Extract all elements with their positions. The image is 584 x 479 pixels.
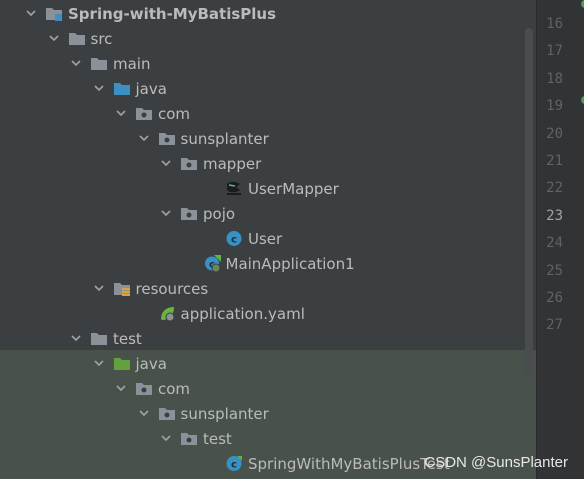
folder-icon [90, 55, 108, 72]
chevron-down-icon[interactable] [159, 156, 173, 170]
module-folder-icon [45, 5, 63, 22]
chevron-down-icon[interactable] [92, 356, 106, 370]
chevron-down-icon[interactable] [69, 331, 83, 345]
spring-config-icon [158, 305, 176, 322]
package-icon [180, 205, 198, 222]
chevron-down-icon[interactable] [137, 406, 151, 420]
chevron-down-icon[interactable] [69, 56, 83, 70]
package-icon [180, 155, 198, 172]
editor-gutter: 16 17 18 19 20 21 22 23 24 25 26 27 [536, 0, 584, 479]
test-class-icon: c [225, 455, 243, 472]
usermapper-file[interactable]: UserMapper [0, 176, 530, 201]
chevron-down-icon[interactable] [92, 81, 106, 95]
mapper-package[interactable]: mapper [0, 151, 530, 176]
com-package[interactable]: com [0, 101, 530, 126]
test-java-folder[interactable]: java [0, 351, 530, 376]
tree-item-label: resources [135, 280, 209, 298]
line-number: 24 [546, 235, 563, 252]
tree-item-label: User [248, 230, 283, 248]
tree-item-label: test [203, 430, 232, 448]
project-root[interactable]: Spring-with-MyBatisPlus [0, 1, 530, 26]
tree-item-label: SpringWithMyBatisPlusTest [248, 455, 450, 473]
mainapplication-file[interactable]: c MainApplication1 [0, 251, 530, 276]
test-sunsplanter-package[interactable]: sunsplanter [0, 401, 530, 426]
folder-icon [68, 30, 86, 47]
chevron-down-icon[interactable] [159, 206, 173, 220]
chevron-down-icon[interactable] [47, 31, 61, 45]
tree-item-label: Spring-with-MyBatisPlus [68, 5, 277, 23]
src-folder[interactable]: src [0, 26, 530, 51]
line-number: 16 [546, 16, 563, 32]
tree-item-label: sunsplanter [180, 405, 269, 423]
test-folder[interactable]: test [0, 326, 530, 351]
application-yaml-file[interactable]: application.yaml [0, 301, 530, 326]
resources-folder-icon [113, 280, 131, 297]
line-number: 22 [546, 180, 563, 197]
tree-item-label: com [158, 380, 191, 398]
line-number: 27 [546, 317, 563, 334]
watermark: CSDN @SunsPlanter [424, 454, 568, 471]
mybatis-mapper-icon [225, 180, 243, 197]
line-number: 18 [546, 70, 563, 87]
svg-text:c: c [231, 235, 237, 246]
test-com-package[interactable]: com [0, 376, 530, 401]
tree-item-label: MainApplication1 [225, 255, 355, 273]
tree-item-label: sunsplanter [180, 130, 269, 148]
user-class-file[interactable]: c User [0, 226, 530, 251]
tree-item-label: application.yaml [180, 305, 305, 323]
line-number: 21 [546, 153, 563, 169]
tree-item-label: test [113, 330, 142, 348]
svg-text:c: c [231, 460, 237, 471]
tree-item-label: com [158, 105, 191, 123]
tree-item-label: src [90, 30, 113, 48]
line-number: 17 [546, 43, 563, 60]
test-root-folder-icon [113, 355, 131, 372]
tree-scrollbar-thumb[interactable] [525, 28, 533, 378]
sunsplanter-package[interactable]: sunsplanter [0, 126, 530, 151]
chevron-down-icon[interactable] [159, 431, 173, 445]
package-icon [158, 130, 176, 147]
chevron-down-icon[interactable] [24, 6, 38, 20]
folder-icon [90, 330, 108, 347]
chevron-down-icon[interactable] [114, 381, 128, 395]
project-tree[interactable]: Spring-with-MyBatisPlus src main java com sun… [0, 0, 536, 479]
class-icon: c [225, 230, 243, 247]
chevron-down-icon[interactable] [114, 106, 128, 120]
line-number: 25 [546, 262, 563, 279]
resources-folder[interactable]: resources [0, 276, 530, 301]
pojo-package[interactable]: pojo [0, 201, 530, 226]
spring-boot-class-icon: c [203, 255, 221, 273]
line-number: 19 [546, 98, 563, 115]
line-number: 26 [546, 290, 563, 306]
test-package[interactable]: test [0, 426, 530, 451]
main-java-folder[interactable]: java [0, 76, 530, 101]
line-number: 20 [546, 125, 563, 142]
source-root-folder-icon [113, 80, 131, 97]
package-icon [135, 380, 153, 397]
line-number: 23 [546, 207, 563, 224]
tree-item-label: java [135, 355, 167, 373]
package-icon [180, 430, 198, 447]
chevron-down-icon[interactable] [137, 131, 151, 145]
tree-item-label: UserMapper [248, 180, 339, 198]
tree-item-label: mapper [203, 155, 262, 173]
tree-item-label: main [113, 55, 151, 73]
tree-item-label: pojo [203, 205, 236, 223]
chevron-down-icon[interactable] [92, 281, 106, 295]
tree-item-label: java [135, 80, 167, 98]
package-icon [135, 105, 153, 122]
package-icon [158, 405, 176, 422]
main-folder[interactable]: main [0, 51, 530, 76]
